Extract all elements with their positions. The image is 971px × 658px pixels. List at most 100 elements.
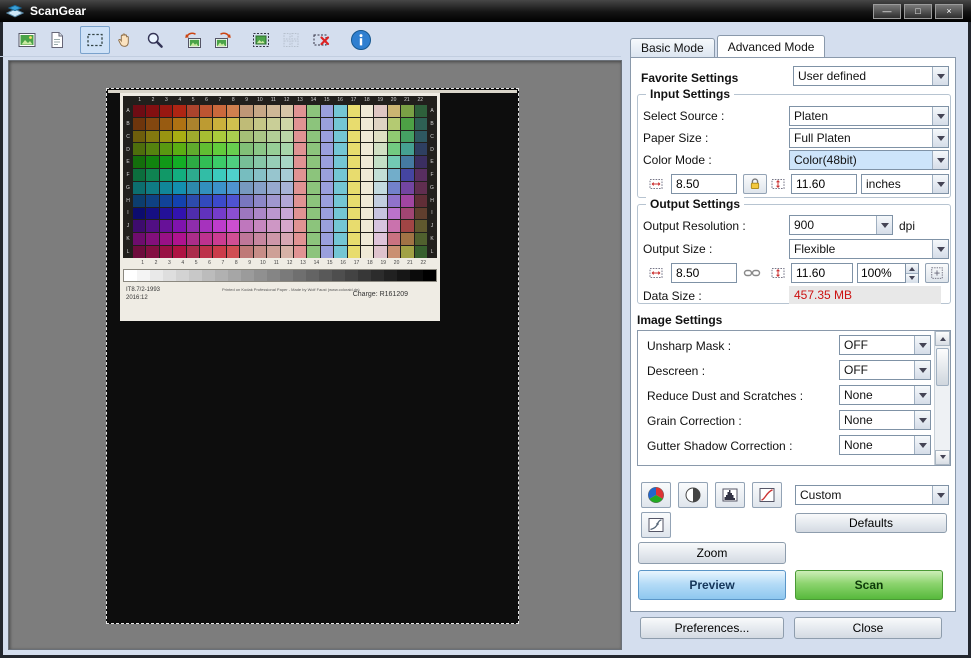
target-dark-frame: 1 2 3 4 5 6 7 8 9 10 11 12 13 14 15 16 17 18 19 20 21 22 ABCD… [123, 96, 437, 258]
scroll-down-button[interactable] [935, 450, 950, 465]
preferences-button[interactable]: Preferences... [640, 617, 784, 639]
orientation-button[interactable] [925, 263, 949, 283]
rotate-right-button[interactable] [208, 26, 238, 54]
scroll-thumb[interactable] [936, 348, 949, 386]
thumbnail-view-button[interactable] [12, 26, 42, 54]
target-color-patch [240, 220, 253, 233]
crop-icon [87, 33, 103, 46]
zoom-button[interactable]: Zoom [638, 542, 786, 564]
aspect-ratio-lock-button[interactable] [743, 174, 767, 194]
target-color-patch [374, 207, 387, 220]
tone-curve-icon [759, 488, 775, 502]
target-color-patch [414, 156, 427, 169]
it8-calibration-target: 1 2 3 4 5 6 7 8 9 10 11 12 13 14 15 16 17 18 19 20 21 22 ABCD… [120, 93, 440, 321]
target-col-label: 9 [248, 260, 251, 266]
image-settings-scrollbar[interactable] [934, 331, 950, 465]
close-window-button[interactable]: × [935, 3, 963, 19]
scroll-track[interactable] [935, 346, 950, 450]
maximize-button[interactable]: □ [904, 3, 932, 19]
output-width-field[interactable] [671, 263, 737, 283]
histogram-button[interactable] [715, 482, 745, 508]
preview-button[interactable]: Preview [638, 570, 786, 600]
scroll-up-button[interactable] [935, 331, 950, 346]
tab-advanced-mode[interactable]: Advanced Mode [716, 35, 826, 57]
minimize-button[interactable]: — [873, 3, 901, 19]
target-col-label: 5 [194, 260, 198, 266]
saturation-color-balance-button[interactable] [641, 482, 671, 508]
target-color-patch [267, 246, 280, 258]
rotate-left-button[interactable] [178, 26, 208, 54]
target-color-patch [186, 246, 200, 258]
target-color-patch [320, 143, 334, 156]
mode-tabs: Basic Mode Advanced Mode [630, 35, 827, 57]
input-height-field[interactable] [791, 174, 857, 194]
defaults-button[interactable]: Defaults [795, 513, 947, 533]
paper-size-select[interactable]: Full Platen [789, 128, 949, 148]
target-color-patch [267, 220, 280, 233]
whole-image-view-button[interactable] [42, 26, 72, 54]
unsharp-mask-select[interactable]: OFF [839, 335, 931, 355]
favorite-settings-select[interactable]: User defined [793, 66, 949, 86]
gutter-shadow-correction-select[interactable]: None [839, 435, 931, 455]
target-color-patch [347, 130, 360, 143]
grain-correction-select[interactable]: None [839, 410, 931, 430]
target-color-patch [360, 143, 374, 156]
remove-cropping-frame-button[interactable] [306, 26, 336, 54]
scan-button[interactable]: Scan [795, 570, 943, 600]
information-button[interactable] [346, 26, 376, 54]
target-color-patch [146, 246, 159, 258]
move-tool-button[interactable] [110, 26, 140, 54]
target-color-patch [159, 207, 173, 220]
target-color-patch [293, 130, 307, 143]
target-color-patch [133, 105, 146, 117]
target-col-label: 14 [310, 97, 317, 103]
target-row-label: F [430, 172, 434, 179]
target-color-patch [173, 194, 186, 207]
target-color-patch [414, 130, 427, 143]
favorite-settings-label: Favorite Settings [641, 71, 739, 85]
output-height-field[interactable] [791, 263, 853, 283]
tab-basic-mode[interactable]: Basic Mode [630, 38, 715, 57]
target-color-patch [240, 181, 253, 194]
units-select[interactable]: inches [861, 174, 949, 194]
target-color-patch [213, 207, 226, 220]
target-color-patch [320, 105, 334, 117]
target-color-patch [387, 246, 401, 258]
scale-percent-input[interactable] [857, 263, 906, 283]
close-button[interactable]: Close [794, 617, 942, 639]
color-adjust-preset-select[interactable]: Custom [795, 485, 949, 505]
grain-correction-label: Grain Correction : [647, 414, 742, 428]
target-color-patch [253, 194, 267, 207]
descreen-select[interactable]: OFF [839, 360, 931, 380]
target-col-label: 8 [234, 260, 238, 266]
target-col-label: 21 [407, 260, 413, 266]
spin-down-button[interactable] [906, 273, 918, 283]
scan-preview-selection[interactable]: 1 2 3 4 5 6 7 8 9 10 11 12 13 14 15 16 17 18 19 20 21 22 ABCD… [106, 88, 519, 624]
target-color-patch [334, 246, 347, 258]
target-color-patch [347, 233, 360, 246]
output-size-select[interactable]: Flexible [789, 239, 949, 259]
spin-up-button[interactable] [906, 264, 918, 273]
grayscale-step [124, 270, 137, 281]
input-width-field[interactable] [671, 174, 737, 194]
preview-area[interactable]: 1 2 3 4 5 6 7 8 9 10 11 12 13 14 15 16 17 18 19 20 21 22 ABCD… [8, 60, 622, 650]
target-color-patch [360, 220, 374, 233]
auto-crop-button[interactable] [246, 26, 276, 54]
tone-curve-button[interactable] [752, 482, 782, 508]
crop-select-tool-button[interactable] [80, 25, 110, 54]
output-resolution-select[interactable]: 900 [789, 215, 893, 235]
reduce-dust-scratches-select[interactable]: None [839, 385, 931, 405]
input-settings-title: Input Settings [646, 87, 734, 101]
target-color-patch [401, 233, 414, 246]
select-source-select[interactable]: Platen [789, 106, 949, 126]
target-color-patch [347, 169, 360, 181]
dropdown-arrow-icon [932, 486, 948, 504]
target-color-patch [200, 156, 213, 169]
target-color-patch [320, 220, 334, 233]
zoom-tool-button[interactable] [140, 26, 170, 54]
brightness-contrast-button[interactable] [678, 482, 708, 508]
target-color-patch [387, 194, 401, 207]
target-col-label: 15 [326, 260, 333, 266]
color-mode-select[interactable]: Color(48bit) [789, 150, 949, 170]
final-review-button[interactable] [641, 512, 671, 538]
